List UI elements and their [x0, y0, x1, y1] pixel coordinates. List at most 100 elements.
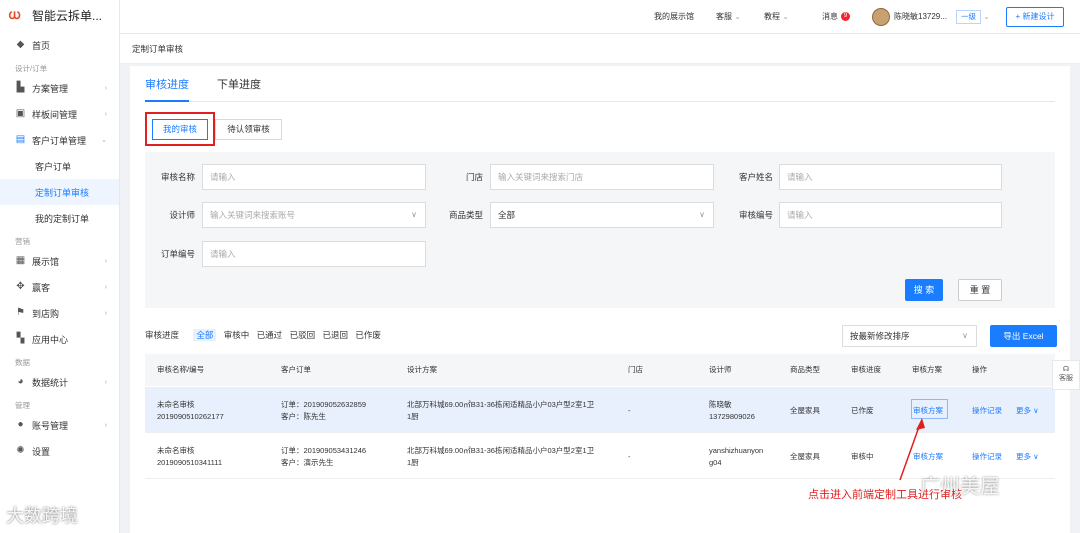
- order-no: 订单：201909052632859: [281, 400, 367, 409]
- watermark-left: 大数跨境: [6, 506, 78, 526]
- review-name: 未命名审核: [157, 446, 195, 455]
- export-excel-button[interactable]: 导出 Excel: [990, 325, 1057, 347]
- avatar[interactable]: [872, 8, 890, 26]
- user-name[interactable]: 陈晓敏13729...: [894, 0, 947, 34]
- store-value: -: [628, 452, 631, 461]
- progress-option-reviewing[interactable]: 审核中: [224, 330, 250, 340]
- user-level-menu[interactable]: 一级 ⌄: [956, 0, 990, 34]
- order-no-label: 订单编号: [160, 249, 195, 259]
- sidebar-group-manage: 管理: [15, 401, 30, 410]
- sidebar-item-customer-orders[interactable]: 客户订单: [0, 153, 119, 179]
- table-row[interactable]: 未命名审核 2019090510341111 订单：20190905343124…: [145, 433, 1055, 479]
- store-label: 门店: [465, 172, 483, 182]
- tab-bar: 审核进度 下单进度: [145, 66, 1055, 102]
- chevron-right-icon: ›: [104, 283, 107, 291]
- product-type-select[interactable]: 全部 ∨: [490, 202, 714, 228]
- order-no-input[interactable]: 请输入: [202, 241, 426, 267]
- showroom-icon: ▦: [15, 255, 26, 266]
- review-plan-link[interactable]: 审核方案: [913, 451, 943, 462]
- new-design-button[interactable]: + 新建设计: [1006, 7, 1064, 27]
- topbar-service-menu[interactable]: 客服 ⌄: [716, 0, 741, 34]
- top-bar: 我的展示馆 客服 ⌄ 教程 ⌄ 消息 9 陈晓敏13729... 一级 ⌄ + 新…: [120, 0, 1080, 34]
- message-count-badge: 9: [841, 12, 850, 22]
- page-title: 定制订单审核: [120, 34, 1080, 64]
- store-search-input[interactable]: 输入关键词来搜索门店: [490, 164, 714, 190]
- tab-review-progress[interactable]: 审核进度: [145, 76, 189, 102]
- designer-name: 陈晓敏: [709, 400, 732, 409]
- designer-name-cont: g04: [709, 458, 722, 467]
- search-button[interactable]: 搜 索: [905, 279, 943, 301]
- sidebar-group-market: 营销: [15, 237, 30, 246]
- order-no: 订单：201909053431246: [281, 446, 367, 455]
- designer-select[interactable]: 输入关键词来搜索账号 ∨: [202, 202, 426, 228]
- progress-option-all[interactable]: 全部: [193, 329, 217, 341]
- more-menu[interactable]: 更多 ∨: [1016, 451, 1039, 462]
- product-type: 全屋家具: [790, 452, 820, 461]
- review-plan-link[interactable]: 审核方案: [913, 405, 943, 416]
- sidebar-nav: ◆ 首页 设计/订单 ▙ 方案管理 › ▣ 样板间管理 › ▤ 客户订单管理 ⌄…: [0, 32, 119, 464]
- sidebar-group-design: 设计/订单: [15, 64, 48, 73]
- topbar-messages[interactable]: 消息 9: [822, 0, 850, 34]
- sidebar-item-store[interactable]: ⚑ 到店购 ›: [0, 300, 119, 326]
- design-plan-line1: 北部万科城69.00㎡B31-36栋闲适精品小户03户型2室1卫: [407, 400, 595, 409]
- chevron-right-icon: ›: [104, 257, 107, 265]
- sidebar-item-visitors[interactable]: ✥ 赢客 ›: [0, 274, 119, 300]
- progress-filter-label: 审核进度: [145, 330, 180, 340]
- sidebar-item-custom-review[interactable]: 定制订单审核: [0, 179, 119, 205]
- logo-icon: ധ: [8, 7, 21, 22]
- th-actions: 操作: [972, 365, 987, 374]
- sidebar-item-plan[interactable]: ▙ 方案管理 ›: [0, 75, 119, 101]
- progress-option-rejected[interactable]: 已驳回: [290, 330, 316, 340]
- chevron-down-icon: ∨: [1033, 406, 1039, 415]
- reset-button[interactable]: 重 置: [958, 279, 1002, 301]
- sidebar: ധ 智能云拆单... ◆ 首页 设计/订单 ▙ 方案管理 › ▣ 样板间管理 ›…: [0, 0, 120, 533]
- sidebar-item-account[interactable]: ● 账号管理 ›: [0, 412, 119, 438]
- topbar-showroom-link[interactable]: 我的展示馆: [654, 0, 694, 34]
- review-name: 未命名审核: [157, 400, 195, 409]
- operation-log-link[interactable]: 操作记录: [972, 405, 1002, 416]
- app-logo[interactable]: ധ 智能云拆单...: [0, 0, 119, 30]
- th-customer-order: 客户订单: [281, 365, 311, 374]
- sidebar-item-my-custom[interactable]: 我的定制订单: [0, 205, 119, 231]
- sidebar-item-showroom[interactable]: ▦ 展示馆 ›: [0, 248, 119, 274]
- customer-name-input[interactable]: 请输入: [779, 164, 1002, 190]
- operation-log-link[interactable]: 操作记录: [972, 451, 1002, 462]
- review-status: 已作废: [851, 406, 874, 415]
- sidebar-item-stats[interactable]: ◕ 数据统计 ›: [0, 369, 119, 395]
- segment-my-review[interactable]: 我的审核: [152, 119, 208, 140]
- customer-name: 客户：陈先生: [281, 412, 326, 421]
- segment-pending-claim[interactable]: 待认领审核: [215, 119, 282, 140]
- table-row[interactable]: 未命名审核 2019090510262177 订单：20190905263285…: [145, 387, 1055, 433]
- th-review-plan: 审核方案: [912, 365, 942, 374]
- filter-panel: 审核名称 请输入 门店 输入关键词来搜索门店 客户姓名 请输入 设计师 输入关键…: [145, 152, 1055, 308]
- review-no-input[interactable]: 请输入: [779, 202, 1002, 228]
- apps-icon: ▚: [16, 333, 25, 344]
- chevron-right-icon: ›: [104, 421, 107, 429]
- sidebar-item-customer[interactable]: ▤ 客户订单管理 ⌄: [0, 127, 119, 153]
- store-value: -: [628, 406, 631, 415]
- more-menu[interactable]: 更多 ∨: [1016, 405, 1039, 416]
- product-type-label: 商品类型: [448, 210, 483, 220]
- user-icon: ●: [17, 419, 24, 430]
- customer-name-label: 客户姓名: [738, 172, 773, 182]
- progress-option-returned[interactable]: 已退回: [322, 330, 348, 340]
- floating-service-button[interactable]: ☊ 客服: [1052, 360, 1080, 390]
- progress-filter: 审核进度 全部 审核中 已通过 已驳回 已退回 已作废: [145, 324, 386, 346]
- topbar-tutorial-menu[interactable]: 教程 ⌄: [764, 0, 789, 34]
- progress-option-approved[interactable]: 已通过: [257, 330, 283, 340]
- sidebar-item-settings[interactable]: ✺ 设置: [0, 438, 119, 464]
- chevron-down-icon: ⌄: [734, 12, 741, 21]
- sort-select[interactable]: 按最新修改排序 ∨: [842, 325, 977, 347]
- review-no: 2019090510262177: [157, 412, 224, 421]
- review-name-input[interactable]: 请输入: [202, 164, 426, 190]
- designer-phone: 13729809026: [709, 412, 755, 421]
- progress-option-voided[interactable]: 已作废: [355, 330, 381, 340]
- sidebar-item-home[interactable]: ◆ 首页: [0, 32, 119, 58]
- sidebar-item-apps[interactable]: ▚ 应用中心: [0, 326, 119, 352]
- table-header: 审核名称/编号 客户订单 设计方案 门店 设计师 商品类型 审核进度 审核方案 …: [145, 354, 1055, 386]
- tab-order-progress[interactable]: 下单进度: [217, 76, 261, 102]
- watermark-right: 广州美屋: [920, 476, 1000, 498]
- sidebar-item-sample[interactable]: ▣ 样板间管理 ›: [0, 101, 119, 127]
- review-no: 2019090510341111: [157, 458, 223, 467]
- chevron-down-icon: ⌄: [782, 12, 789, 21]
